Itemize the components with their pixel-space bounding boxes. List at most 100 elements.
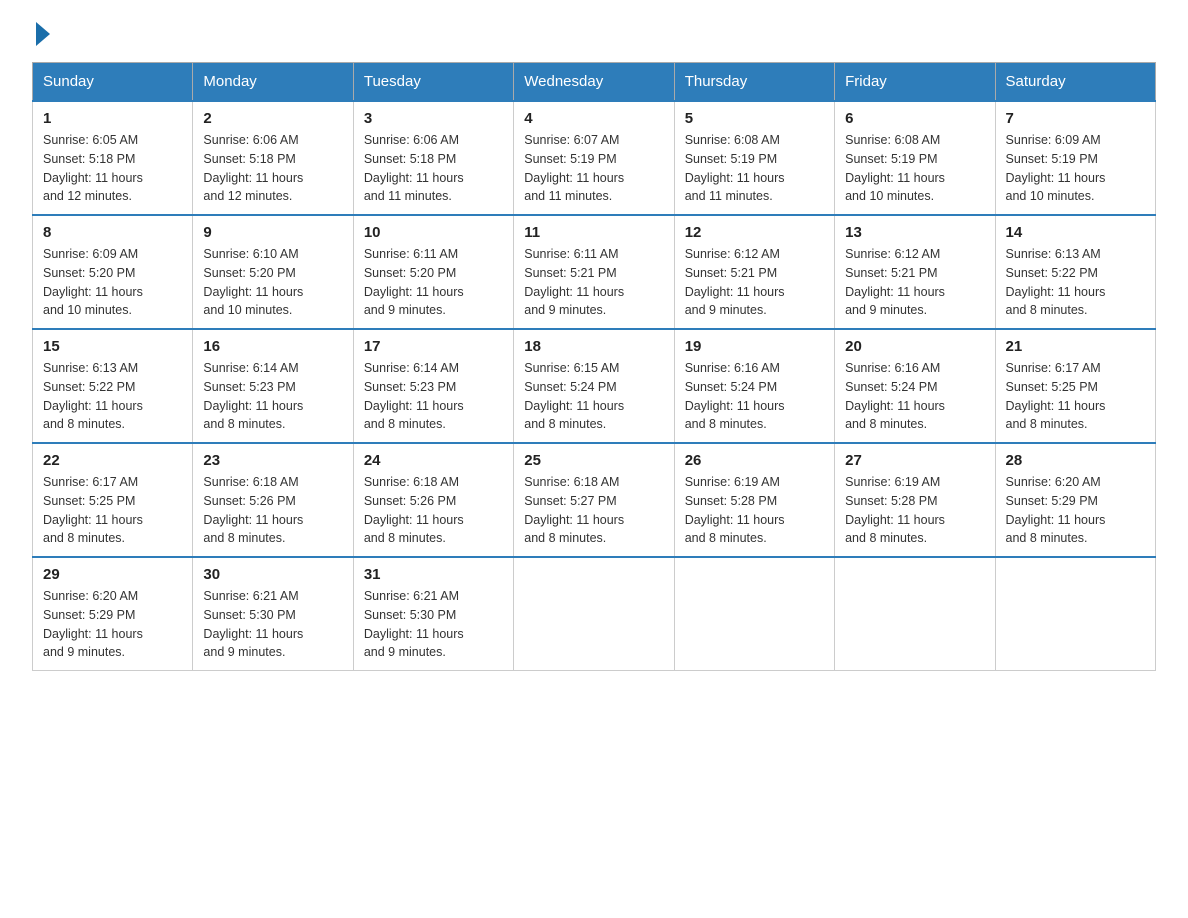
day-number: 11 [524, 224, 663, 241]
day-number: 14 [1006, 224, 1145, 241]
calendar-cell: 31 Sunrise: 6:21 AMSunset: 5:30 PMDayligh… [353, 557, 513, 671]
calendar-cell: 21 Sunrise: 6:17 AMSunset: 5:25 PMDayligh… [995, 329, 1155, 443]
calendar-cell: 1Sunrise: 6:05 AMSunset: 5:18 PMDaylight… [33, 101, 193, 215]
calendar-cell: 25Sunrise: 6:18 AMSunset: 5:27 PMDayligh… [514, 443, 674, 557]
calendar-cell: 9 Sunrise: 6:10 AMSunset: 5:20 PMDaylight… [193, 215, 353, 329]
day-number: 25 [524, 452, 663, 469]
day-info: Sunrise: 6:20 AMSunset: 5:29 PMDaylight:… [1006, 473, 1145, 548]
day-info: Sunrise: 6:18 AMSunset: 5:26 PMDaylight:… [203, 473, 342, 548]
day-number: 2 [203, 110, 342, 127]
calendar-cell: 19 Sunrise: 6:16 AMSunset: 5:24 PMDayligh… [674, 329, 834, 443]
day-number: 18 [524, 338, 663, 355]
calendar-cell: 24 Sunrise: 6:18 AMSunset: 5:26 PMDayligh… [353, 443, 513, 557]
calendar-header-thursday: Thursday [674, 63, 834, 102]
day-info: Sunrise: 6:11 AMSunset: 5:20 PMDaylight:… [364, 245, 503, 320]
day-info: Sunrise: 6:12 AMSunset: 5:21 PMDaylight:… [685, 245, 824, 320]
calendar-week-row-3: 15Sunrise: 6:13 AMSunset: 5:22 PMDayligh… [33, 329, 1156, 443]
day-number: 5 [685, 110, 824, 127]
day-number: 16 [203, 338, 342, 355]
day-info: Sunrise: 6:05 AMSunset: 5:18 PMDaylight:… [43, 131, 182, 206]
calendar-cell: 17 Sunrise: 6:14 AMSunset: 5:23 PMDayligh… [353, 329, 513, 443]
day-number: 19 [685, 338, 824, 355]
calendar-cell: 26Sunrise: 6:19 AMSunset: 5:28 PMDayligh… [674, 443, 834, 557]
day-number: 24 [364, 452, 503, 469]
calendar-cell: 22 Sunrise: 6:17 AMSunset: 5:25 PMDayligh… [33, 443, 193, 557]
day-number: 29 [43, 566, 182, 583]
calendar-week-row-5: 29 Sunrise: 6:20 AMSunset: 5:29 PMDayligh… [33, 557, 1156, 671]
calendar-header-monday: Monday [193, 63, 353, 102]
day-info: Sunrise: 6:07 AMSunset: 5:19 PMDaylight:… [524, 131, 663, 206]
day-info: Sunrise: 6:10 AMSunset: 5:20 PMDaylight:… [203, 245, 342, 320]
calendar-header-friday: Friday [835, 63, 995, 102]
day-number: 23 [203, 452, 342, 469]
day-number: 12 [685, 224, 824, 241]
page-header [32, 24, 1156, 46]
calendar-cell: 7 Sunrise: 6:09 AMSunset: 5:19 PMDaylight… [995, 101, 1155, 215]
day-info: Sunrise: 6:21 AMSunset: 5:30 PMDaylight:… [364, 587, 503, 662]
calendar-week-row-1: 1Sunrise: 6:05 AMSunset: 5:18 PMDaylight… [33, 101, 1156, 215]
calendar-cell [514, 557, 674, 671]
day-number: 4 [524, 110, 663, 127]
day-number: 8 [43, 224, 182, 241]
day-number: 28 [1006, 452, 1145, 469]
day-info: Sunrise: 6:14 AMSunset: 5:23 PMDaylight:… [364, 359, 503, 434]
day-info: Sunrise: 6:19 AMSunset: 5:28 PMDaylight:… [845, 473, 984, 548]
calendar-cell: 10Sunrise: 6:11 AMSunset: 5:20 PMDayligh… [353, 215, 513, 329]
day-info: Sunrise: 6:06 AMSunset: 5:18 PMDaylight:… [364, 131, 503, 206]
calendar-cell [835, 557, 995, 671]
day-info: Sunrise: 6:20 AMSunset: 5:29 PMDaylight:… [43, 587, 182, 662]
calendar-cell: 2 Sunrise: 6:06 AMSunset: 5:18 PMDaylight… [193, 101, 353, 215]
calendar-cell: 29 Sunrise: 6:20 AMSunset: 5:29 PMDayligh… [33, 557, 193, 671]
day-info: Sunrise: 6:18 AMSunset: 5:26 PMDaylight:… [364, 473, 503, 548]
day-info: Sunrise: 6:08 AMSunset: 5:19 PMDaylight:… [685, 131, 824, 206]
calendar-cell: 16 Sunrise: 6:14 AMSunset: 5:23 PMDayligh… [193, 329, 353, 443]
day-number: 26 [685, 452, 824, 469]
day-info: Sunrise: 6:17 AMSunset: 5:25 PMDaylight:… [43, 473, 182, 548]
day-info: Sunrise: 6:13 AMSunset: 5:22 PMDaylight:… [1006, 245, 1145, 320]
day-info: Sunrise: 6:09 AMSunset: 5:20 PMDaylight:… [43, 245, 182, 320]
calendar-cell: 15Sunrise: 6:13 AMSunset: 5:22 PMDayligh… [33, 329, 193, 443]
calendar-cell: 3 Sunrise: 6:06 AMSunset: 5:18 PMDaylight… [353, 101, 513, 215]
calendar-cell [674, 557, 834, 671]
day-number: 9 [203, 224, 342, 241]
day-info: Sunrise: 6:17 AMSunset: 5:25 PMDaylight:… [1006, 359, 1145, 434]
calendar-cell: 12 Sunrise: 6:12 AMSunset: 5:21 PMDayligh… [674, 215, 834, 329]
day-info: Sunrise: 6:16 AMSunset: 5:24 PMDaylight:… [845, 359, 984, 434]
calendar-cell: 5 Sunrise: 6:08 AMSunset: 5:19 PMDaylight… [674, 101, 834, 215]
day-number: 13 [845, 224, 984, 241]
day-info: Sunrise: 6:06 AMSunset: 5:18 PMDaylight:… [203, 131, 342, 206]
calendar-cell: 13 Sunrise: 6:12 AMSunset: 5:21 PMDayligh… [835, 215, 995, 329]
day-number: 21 [1006, 338, 1145, 355]
calendar-week-row-2: 8 Sunrise: 6:09 AMSunset: 5:20 PMDaylight… [33, 215, 1156, 329]
calendar-cell: 30Sunrise: 6:21 AMSunset: 5:30 PMDayligh… [193, 557, 353, 671]
day-number: 17 [364, 338, 503, 355]
calendar-cell: 6Sunrise: 6:08 AMSunset: 5:19 PMDaylight… [835, 101, 995, 215]
calendar-table: SundayMondayTuesdayWednesdayThursdayFrid… [32, 62, 1156, 671]
day-info: Sunrise: 6:09 AMSunset: 5:19 PMDaylight:… [1006, 131, 1145, 206]
calendar-cell: 11 Sunrise: 6:11 AMSunset: 5:21 PMDayligh… [514, 215, 674, 329]
calendar-header-saturday: Saturday [995, 63, 1155, 102]
calendar-week-row-4: 22 Sunrise: 6:17 AMSunset: 5:25 PMDayligh… [33, 443, 1156, 557]
day-info: Sunrise: 6:14 AMSunset: 5:23 PMDaylight:… [203, 359, 342, 434]
calendar-header-tuesday: Tuesday [353, 63, 513, 102]
day-info: Sunrise: 6:13 AMSunset: 5:22 PMDaylight:… [43, 359, 182, 434]
calendar-header-row: SundayMondayTuesdayWednesdayThursdayFrid… [33, 63, 1156, 102]
calendar-cell: 8 Sunrise: 6:09 AMSunset: 5:20 PMDaylight… [33, 215, 193, 329]
day-number: 22 [43, 452, 182, 469]
day-info: Sunrise: 6:12 AMSunset: 5:21 PMDaylight:… [845, 245, 984, 320]
calendar-cell: 14 Sunrise: 6:13 AMSunset: 5:22 PMDayligh… [995, 215, 1155, 329]
day-info: Sunrise: 6:21 AMSunset: 5:30 PMDaylight:… [203, 587, 342, 662]
calendar-cell: 28 Sunrise: 6:20 AMSunset: 5:29 PMDayligh… [995, 443, 1155, 557]
calendar-cell: 27 Sunrise: 6:19 AMSunset: 5:28 PMDayligh… [835, 443, 995, 557]
calendar-cell: 18 Sunrise: 6:15 AMSunset: 5:24 PMDayligh… [514, 329, 674, 443]
calendar-cell: 20Sunrise: 6:16 AMSunset: 5:24 PMDayligh… [835, 329, 995, 443]
day-number: 3 [364, 110, 503, 127]
day-number: 31 [364, 566, 503, 583]
day-info: Sunrise: 6:08 AMSunset: 5:19 PMDaylight:… [845, 131, 984, 206]
day-info: Sunrise: 6:16 AMSunset: 5:24 PMDaylight:… [685, 359, 824, 434]
day-number: 7 [1006, 110, 1145, 127]
day-number: 27 [845, 452, 984, 469]
logo [32, 24, 50, 46]
day-info: Sunrise: 6:15 AMSunset: 5:24 PMDaylight:… [524, 359, 663, 434]
day-info: Sunrise: 6:11 AMSunset: 5:21 PMDaylight:… [524, 245, 663, 320]
